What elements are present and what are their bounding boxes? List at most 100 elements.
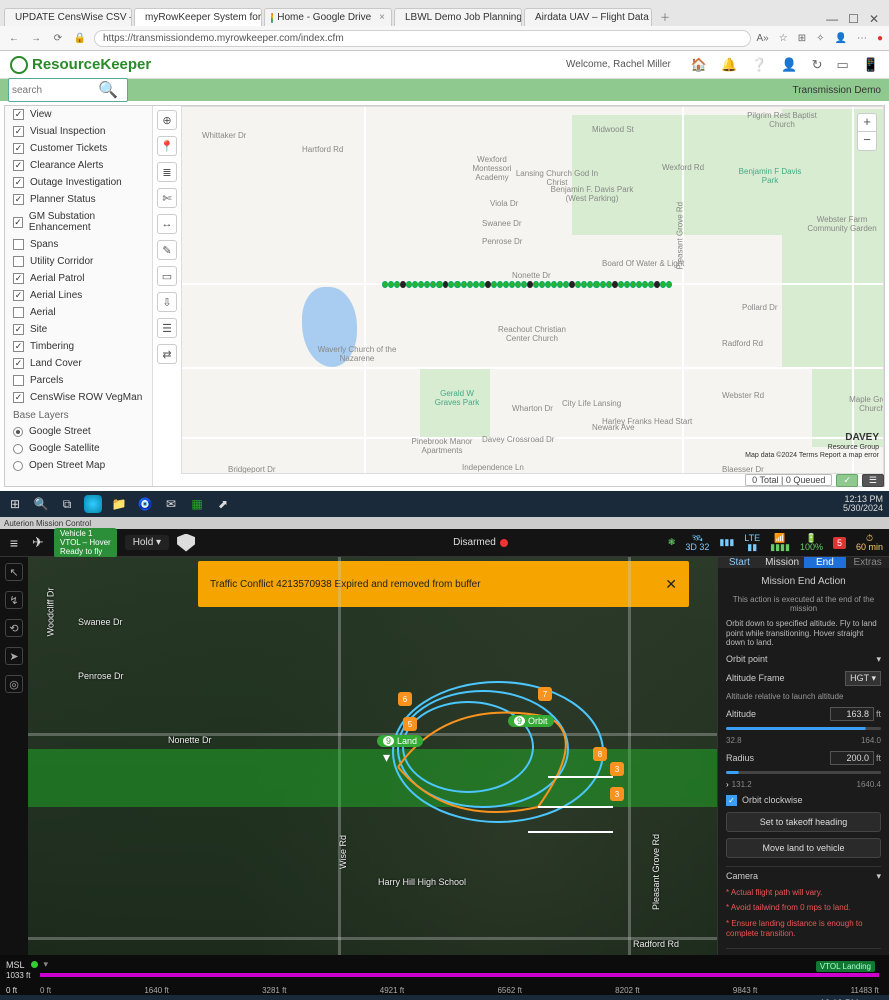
vehicle-chip[interactable]: Vehicle 1 VTOL – Hover Ready to fly — [54, 528, 117, 558]
alt-frame-select[interactable]: HGT ▾ — [845, 671, 881, 686]
radio[interactable] — [13, 444, 23, 454]
layer-item[interactable]: Spans — [5, 236, 152, 253]
maximize-button[interactable]: ☐ — [848, 12, 859, 26]
waypoint-6[interactable]: 6 — [398, 692, 412, 706]
base-layer-item[interactable]: Google Satellite — [5, 440, 152, 457]
center-icon[interactable]: ◎ — [5, 675, 23, 693]
start-button[interactable]: ⊞ — [6, 495, 24, 513]
radio[interactable] — [13, 427, 23, 437]
layer-item[interactable]: CensWise ROW VegMan — [5, 389, 152, 406]
rk-logo[interactable]: ResourceKeeper — [10, 56, 151, 74]
orbit-label[interactable]: 9Orbit — [508, 715, 554, 727]
waypoint-3b[interactable]: 3 — [610, 787, 624, 801]
gps-status[interactable]: 🛰3D 32 — [685, 534, 709, 552]
collections-icon[interactable]: ⊞ — [798, 33, 806, 44]
layer-item[interactable]: Customer Tickets — [5, 140, 152, 157]
radius-input[interactable] — [830, 751, 874, 765]
battery-status[interactable]: 🔋100% — [800, 534, 823, 552]
task-view-icon[interactable]: ⧉ — [58, 495, 76, 513]
mail-icon[interactable]: ✉ — [162, 495, 180, 513]
close-button[interactable]: ✕ — [869, 12, 879, 26]
tab-extras[interactable]: Extras — [846, 557, 889, 568]
mc-map[interactable]: Traffic Conflict 4213570938 Expired and … — [28, 557, 717, 955]
ruler-icon[interactable]: ↔ — [157, 214, 177, 234]
arrow-icon[interactable]: ➤ — [5, 647, 23, 665]
excel-icon[interactable]: ▦ — [188, 495, 206, 513]
layer-item[interactable]: Timbering — [5, 338, 152, 355]
folder-icon[interactable]: ▭ — [157, 266, 177, 286]
base-layer-item[interactable]: Open Street Map — [5, 457, 152, 474]
signal-status[interactable]: ▮▮▮ — [719, 538, 734, 547]
checkbox[interactable] — [13, 177, 24, 188]
explorer-icon[interactable]: 📁 — [110, 495, 128, 513]
search-input[interactable] — [12, 85, 92, 96]
close-icon[interactable]: × — [379, 12, 385, 23]
layer-item[interactable]: Site — [5, 321, 152, 338]
tab-0[interactable]: UPDATE CensWise CSV – rachel…× — [4, 8, 132, 26]
user-icon[interactable]: 👤 — [781, 57, 797, 73]
checkbox[interactable] — [13, 375, 24, 386]
altitude-slider[interactable] — [726, 727, 881, 730]
checkbox[interactable] — [13, 160, 24, 171]
checkbox[interactable] — [13, 217, 23, 228]
scissors-icon[interactable]: ✄ — [157, 188, 177, 208]
radio[interactable] — [13, 461, 23, 471]
orbit-point-row[interactable]: Orbit point▾ — [726, 654, 881, 665]
profile-icon[interactable]: 👤 — [835, 33, 847, 44]
radius-slider[interactable] — [726, 771, 881, 774]
refresh-button[interactable]: ⟳ — [50, 33, 66, 44]
layer-item[interactable]: Clearance Alerts — [5, 157, 152, 174]
new-tab-button[interactable]: ＋ — [654, 7, 676, 26]
shield-icon[interactable] — [177, 534, 195, 552]
help-icon[interactable]: ❔ — [751, 57, 767, 73]
tab-3[interactable]: LBWL Demo Job Planning and B…× — [394, 8, 522, 26]
hold-button[interactable]: Hold ▾ — [125, 535, 169, 550]
layer-item[interactable]: Parcels — [5, 372, 152, 389]
checkbox[interactable] — [13, 143, 24, 154]
menu-icon[interactable]: ≡ — [6, 535, 22, 551]
forward-button[interactable]: → — [28, 33, 44, 44]
checkbox[interactable] — [13, 126, 24, 137]
base-layer-item[interactable]: Google Street — [5, 423, 152, 440]
search-icon[interactable]: 🔍 — [92, 80, 124, 100]
layer-item[interactable]: View — [5, 106, 152, 123]
chevron-right-icon[interactable]: › — [726, 780, 729, 789]
waypoint-7[interactable]: 7 — [538, 687, 552, 701]
lte-status[interactable]: LTE▮▮ — [744, 534, 760, 552]
checkbox[interactable] — [13, 324, 24, 335]
warn-badge[interactable]: 5 — [833, 537, 846, 549]
layer-item[interactable]: Aerial Patrol — [5, 270, 152, 287]
stack-icon[interactable]: ≣ — [157, 162, 177, 182]
mc-timeline[interactable]: MSL▾ 1033 ft VTOL Landing 0 ft1640 ft328… — [0, 955, 889, 995]
clockwise-check[interactable]: ✓Orbit clockwise — [726, 795, 881, 806]
layers-icon[interactable]: ☰ — [157, 318, 177, 338]
minimize-button[interactable]: — — [826, 12, 838, 26]
cursor-icon[interactable]: ↖ — [5, 563, 23, 581]
checkbox[interactable] — [13, 290, 24, 301]
route-icon[interactable]: ↯ — [5, 591, 23, 609]
rc-status[interactable]: 📶▮▮▮▮ — [770, 534, 790, 552]
tab-mission[interactable]: Mission — [761, 557, 804, 568]
menu-icon[interactable]: ⋯ — [857, 33, 867, 44]
chevron-icon[interactable]: ▾ — [44, 959, 49, 970]
tab-1[interactable]: myRowKeeper System for Trans…× — [134, 8, 262, 26]
layer-item[interactable]: Visual Inspection — [5, 123, 152, 140]
checkbox[interactable] — [13, 273, 24, 284]
land-label[interactable]: 9Land — [377, 735, 423, 747]
layer-item[interactable]: Outage Investigation — [5, 174, 152, 191]
layer-item[interactable]: Aerial — [5, 304, 152, 321]
footer-menu-icon[interactable]: ☰ — [862, 474, 884, 487]
tab-4[interactable]: Airdata UAV – Flight Data Analys…× — [524, 8, 652, 26]
checkbox[interactable] — [13, 109, 24, 120]
pin-icon[interactable]: 📍 — [157, 136, 177, 156]
checkbox[interactable] — [13, 239, 24, 250]
favorite-icon[interactable]: ☆ — [779, 33, 788, 44]
timeline-track[interactable] — [40, 973, 879, 977]
leaf-icon[interactable]: ❃ — [668, 537, 676, 548]
edge-icon[interactable] — [84, 495, 102, 513]
move-land-button[interactable]: Move land to vehicle — [726, 838, 881, 858]
footer-check-icon[interactable]: ✓ — [836, 474, 858, 487]
vtol-landing-badge[interactable]: VTOL Landing — [816, 961, 875, 972]
arm-state[interactable]: Disarmed — [453, 537, 508, 548]
red-dot-icon[interactable]: ● — [877, 33, 883, 44]
